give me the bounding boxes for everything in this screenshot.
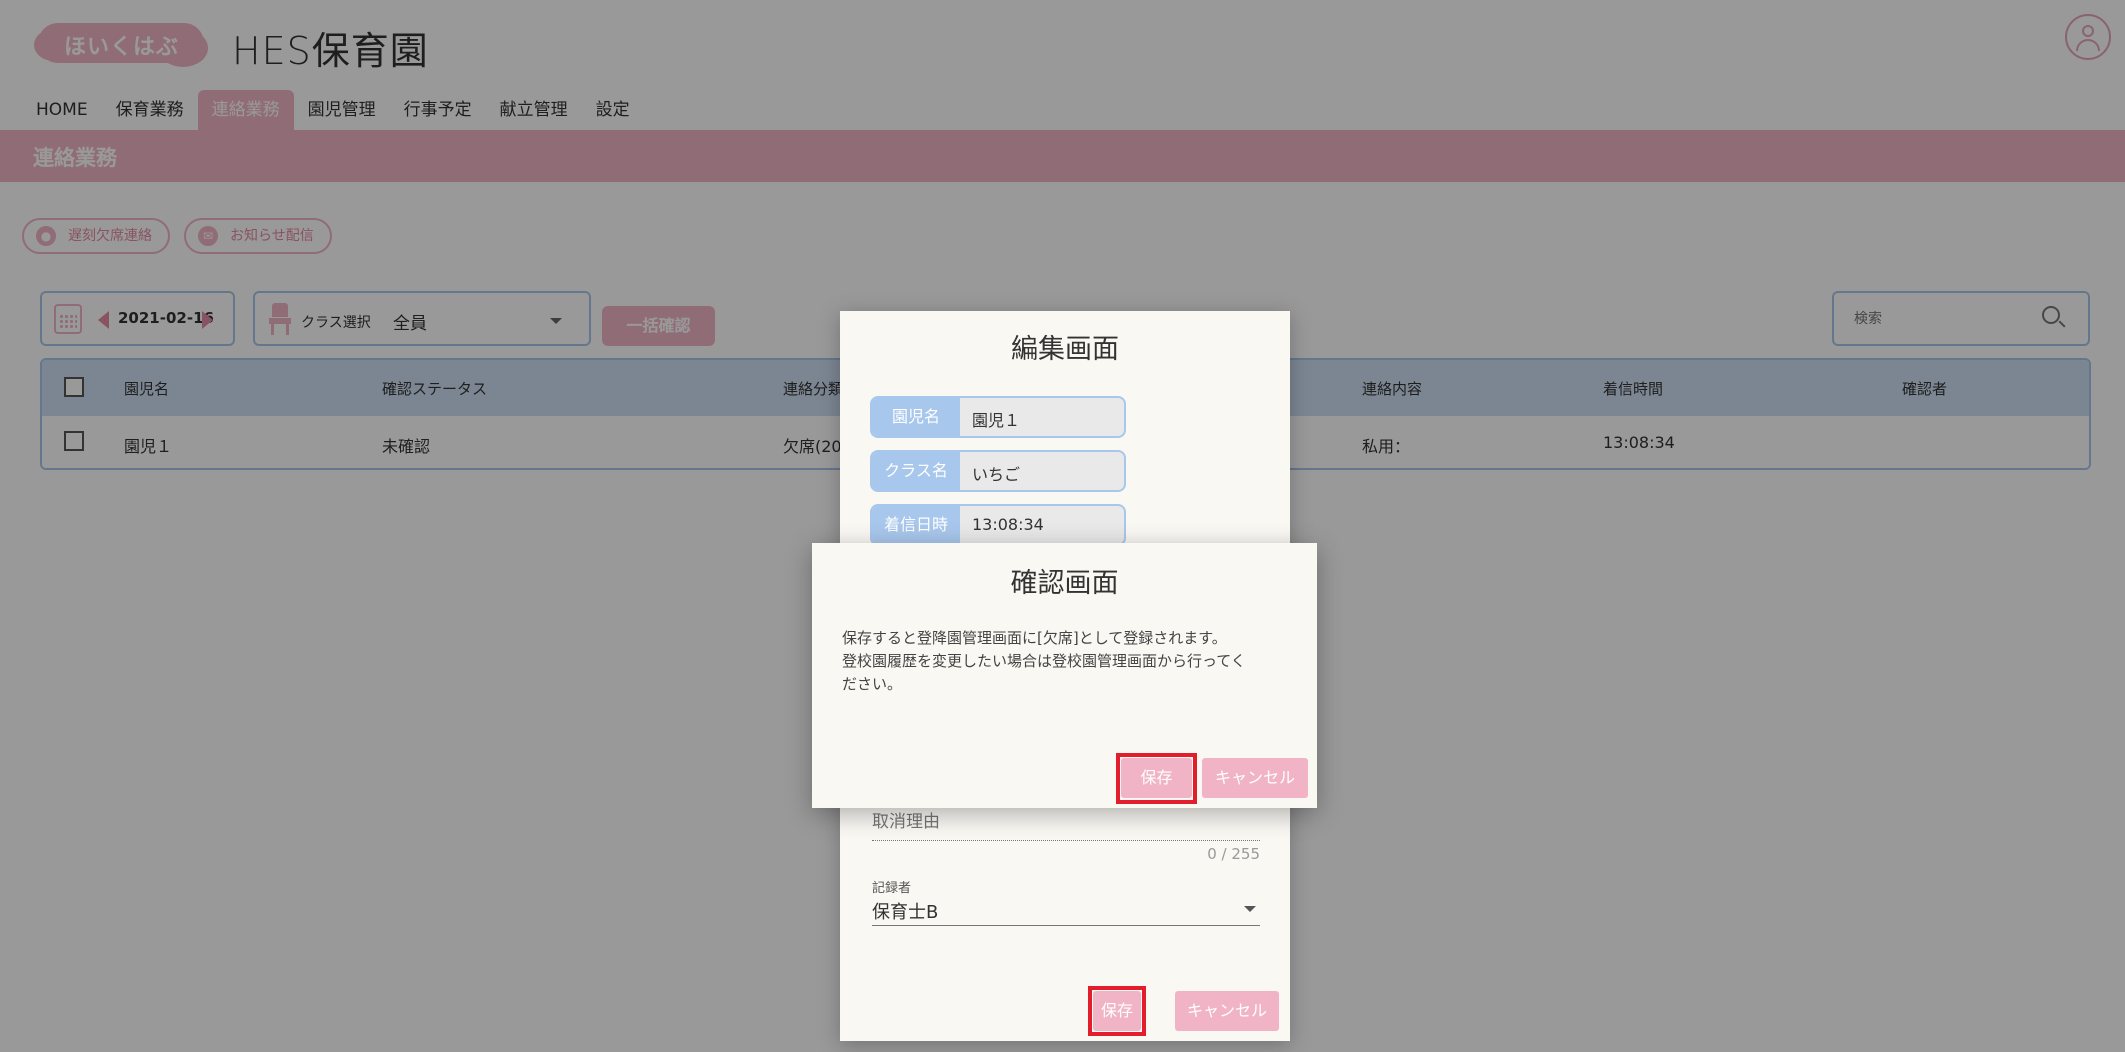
- cancel-reason-field: [872, 807, 1260, 841]
- confirm-dialog: 確認画面 保存すると登降園管理画面に[欠席]として登録されます。 登校園履歴を変…: [812, 543, 1317, 808]
- char-counter: 0 / 255: [1207, 845, 1260, 863]
- cancel-reason-input[interactable]: [872, 807, 1260, 837]
- confirm-message: 保存すると登降園管理画面に[欠席]として登録されます。 登校園履歴を変更したい場…: [842, 629, 1246, 693]
- edit-save-button[interactable]: 保存: [1093, 991, 1141, 1031]
- edit-cancel-button[interactable]: キャンセル: [1175, 991, 1279, 1031]
- recorder-value: 保育士B: [872, 902, 939, 923]
- confirm-cancel-button[interactable]: キャンセル: [1202, 758, 1308, 798]
- field-child-name: 園児名 園児１: [870, 396, 1126, 438]
- recorder-select[interactable]: 保育士B: [872, 894, 1260, 926]
- confirm-save-button[interactable]: 保存: [1121, 758, 1192, 798]
- chevron-down-icon: [1244, 906, 1256, 912]
- edit-dialog-title: 編集画面: [1011, 334, 1119, 365]
- field-class-name: クラス名 いちご: [870, 450, 1126, 492]
- field-received-time: 着信日時 13:08:34: [870, 504, 1126, 546]
- confirm-dialog-title: 確認画面: [1010, 568, 1119, 599]
